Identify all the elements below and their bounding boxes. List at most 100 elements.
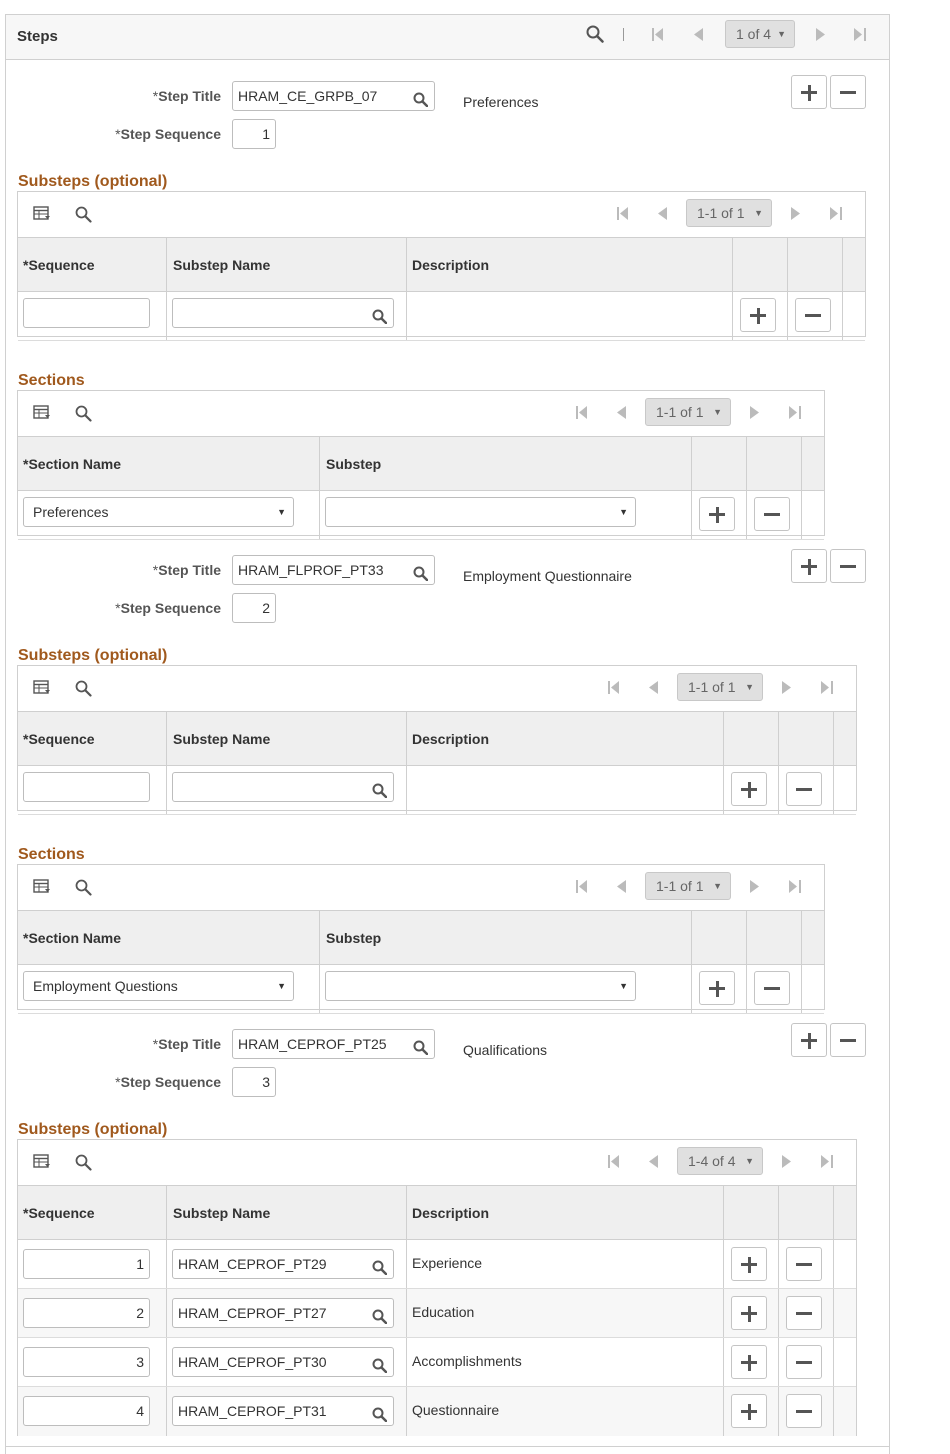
delete-row-button[interactable] [754, 497, 790, 531]
sequence-input[interactable] [23, 772, 150, 802]
add-row-button[interactable] [731, 772, 767, 806]
grid-header: *Section Name Substep [18, 911, 824, 965]
substeps-pager[interactable]: 1-4 of 4▼ [677, 1147, 763, 1175]
grid-view-icon[interactable] [33, 680, 51, 699]
sequence-input[interactable]: 1 [23, 1249, 150, 1279]
last-page-icon[interactable] [854, 28, 866, 44]
sequence-input[interactable]: 4 [23, 1396, 150, 1426]
add-step-button[interactable] [791, 1023, 827, 1057]
add-step-button[interactable] [791, 75, 827, 109]
delete-row-button[interactable] [786, 1296, 822, 1330]
last-page-icon[interactable] [830, 207, 842, 223]
next-page-icon[interactable] [750, 406, 759, 422]
substep-name-input[interactable] [172, 298, 394, 328]
add-row-button[interactable] [699, 497, 735, 531]
section-name-select[interactable]: Preferences▼ [23, 497, 294, 527]
delete-row-button[interactable] [754, 971, 790, 1005]
chevron-down-icon: ▼ [745, 674, 754, 700]
add-row-button[interactable] [731, 1345, 767, 1379]
delete-row-button[interactable] [786, 772, 822, 806]
substep-select[interactable]: ▼ [325, 497, 636, 527]
previous-page-icon[interactable] [658, 207, 667, 223]
substep-name-input[interactable]: HRAM_CEPROF_PT29 [172, 1249, 394, 1279]
section-name-select[interactable]: Employment Questions▼ [23, 971, 294, 1001]
sequence-input[interactable] [23, 298, 150, 328]
next-page-icon[interactable] [816, 28, 825, 44]
column-header-substep-name: Substep Name [173, 1205, 270, 1221]
add-row-button[interactable] [699, 971, 735, 1005]
search-icon[interactable] [372, 1256, 387, 1284]
steps-pager[interactable]: 1 of 4▼ [725, 20, 795, 48]
step-sequence-input[interactable]: 2 [232, 593, 276, 623]
sequence-input[interactable]: 2 [23, 1298, 150, 1328]
sequence-input[interactable]: 3 [23, 1347, 150, 1377]
last-page-icon[interactable] [821, 1155, 833, 1171]
grid-view-icon[interactable] [33, 1154, 51, 1173]
step-title-input[interactable]: HRAM_CEPROF_PT25 [232, 1029, 435, 1059]
search-icon[interactable] [75, 1154, 92, 1174]
delete-row-button[interactable] [786, 1394, 822, 1428]
next-page-icon[interactable] [782, 681, 791, 697]
search-icon[interactable] [75, 405, 92, 425]
first-page-icon[interactable] [617, 207, 629, 223]
previous-page-icon[interactable] [694, 28, 703, 44]
substep-select[interactable]: ▼ [325, 971, 636, 1001]
sections-pager[interactable]: 1-1 of 1▼ [645, 398, 731, 426]
grid-view-icon[interactable] [33, 879, 51, 898]
add-row-button[interactable] [731, 1247, 767, 1281]
chevron-down-icon: ▼ [754, 200, 763, 226]
first-page-icon[interactable] [608, 1155, 620, 1171]
first-page-icon[interactable] [608, 681, 620, 697]
last-page-icon[interactable] [789, 880, 801, 896]
delete-step-button[interactable] [830, 75, 866, 109]
search-icon[interactable] [372, 1403, 387, 1431]
search-icon[interactable] [413, 88, 428, 116]
first-page-icon[interactable] [652, 28, 664, 44]
substep-name-input[interactable]: HRAM_CEPROF_PT31 [172, 1396, 394, 1426]
previous-page-icon[interactable] [649, 1155, 658, 1171]
next-page-icon[interactable] [782, 1155, 791, 1171]
search-icon[interactable] [372, 1354, 387, 1382]
search-icon[interactable] [586, 25, 604, 46]
search-icon[interactable] [75, 879, 92, 899]
search-icon[interactable] [372, 1305, 387, 1333]
step-title-input[interactable]: HRAM_CE_GRPB_07 [232, 81, 435, 111]
search-icon[interactable] [413, 1036, 428, 1064]
first-page-icon[interactable] [576, 880, 588, 896]
step-title-input[interactable]: HRAM_FLPROF_PT33 [232, 555, 435, 585]
substep-name-input[interactable] [172, 772, 394, 802]
add-row-button[interactable] [740, 298, 776, 332]
delete-row-button[interactable] [795, 298, 831, 332]
first-page-icon[interactable] [576, 406, 588, 422]
search-icon[interactable] [372, 779, 387, 807]
search-icon[interactable] [75, 680, 92, 700]
delete-step-button[interactable] [830, 549, 866, 583]
substep-name-input[interactable]: HRAM_CEPROF_PT27 [172, 1298, 394, 1328]
previous-page-icon[interactable] [617, 406, 626, 422]
next-page-icon[interactable] [750, 880, 759, 896]
step-sequence-input[interactable]: 3 [232, 1067, 276, 1097]
search-icon[interactable] [413, 562, 428, 590]
add-row-button[interactable] [731, 1394, 767, 1428]
last-page-icon[interactable] [789, 406, 801, 422]
search-icon[interactable] [372, 305, 387, 333]
step-sequence-input[interactable]: 1 [232, 119, 276, 149]
search-icon[interactable] [75, 206, 92, 226]
substeps-pager[interactable]: 1-1 of 1▼ [677, 673, 763, 701]
column-header-substep: Substep [326, 930, 381, 946]
delete-row-button[interactable] [786, 1345, 822, 1379]
last-page-icon[interactable] [821, 681, 833, 697]
delete-row-button[interactable] [786, 1247, 822, 1281]
add-row-button[interactable] [731, 1296, 767, 1330]
substeps-pager[interactable]: 1-1 of 1▼ [686, 199, 772, 227]
grid-view-icon[interactable] [33, 206, 51, 225]
previous-page-icon[interactable] [617, 880, 626, 896]
substep-name-input[interactable]: HRAM_CEPROF_PT30 [172, 1347, 394, 1377]
sections-pager[interactable]: 1-1 of 1▼ [645, 872, 731, 900]
substep-description: Experience [412, 1255, 482, 1271]
delete-step-button[interactable] [830, 1023, 866, 1057]
next-page-icon[interactable] [791, 207, 800, 223]
previous-page-icon[interactable] [649, 681, 658, 697]
add-step-button[interactable] [791, 549, 827, 583]
grid-view-icon[interactable] [33, 405, 51, 424]
